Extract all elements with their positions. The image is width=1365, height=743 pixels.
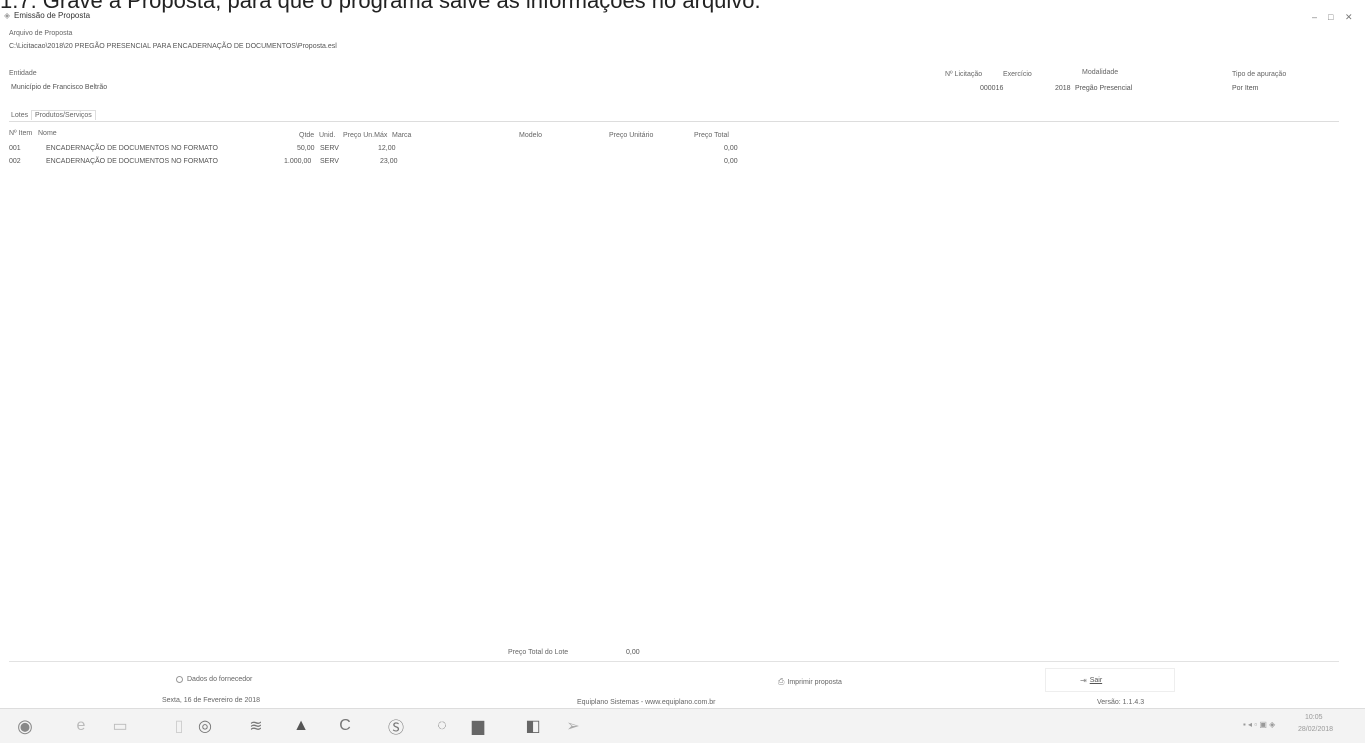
entidade-label: Entidade [9,70,37,77]
arquivo-label: Arquivo de Proposta [9,30,73,37]
maximize-button[interactable]: □ [1328,12,1333,22]
tab-divider [9,121,1339,122]
photos-icon[interactable]: ▆ [465,714,491,738]
total-lote-label: Preço Total do Lote [508,649,569,656]
pen-icon[interactable]: ➢ [560,714,586,738]
status-version: Versão: 1.1.4.3 [1097,699,1145,706]
exit-icon: ⇥ [1080,675,1087,685]
col-header-qtde: Qtde [299,132,315,139]
total-lote-value: 0,00 [626,649,640,656]
tipo-apuracao-value: Por Item [1232,85,1259,92]
edge-icon[interactable]: C [332,714,358,738]
close-button[interactable]: ✕ [1345,12,1353,23]
start-orb-icon[interactable]: ◉ [12,714,38,738]
tipo-apuracao-label: Tipo de apuração [1232,71,1287,78]
taskbar: ◉ e ▭ ▯ ◎ ≋ ▲ C Ⓢ ◌ ▆ ◧ ➢ ▪ ◂ ▫ ▣ ◈ 10:0… [0,708,1365,743]
status-credit: Equiplano Sistemas - www.equiplano.com.b… [577,699,716,706]
cell-preco-max: 12,00 [378,145,396,152]
imprimir-label: Imprimir proposta [787,678,842,686]
dados-fornecedor-label: Dados do fornecedor [187,676,253,683]
clock-date[interactable]: 28/02/2018 [1298,726,1333,733]
acrobat-icon[interactable]: ▲ [288,714,314,738]
app-icon: ◈ [4,11,11,20]
footer-divider [9,661,1339,662]
entidade-value: Município de Francisco Beltrão [11,84,108,91]
sair-button[interactable]: ⇥ Sair [1045,668,1175,692]
dados-fornecedor-option[interactable]: Dados do fornecedor [176,676,252,683]
radio-icon[interactable] [176,676,183,683]
exercicio-label: Exercício [1003,71,1032,78]
modalidade-label: Modalidade [1082,69,1119,76]
cell-item: 001 [9,145,21,152]
cell-item: 002 [9,158,21,165]
col-header-marca: Marca [392,132,412,139]
telegram-icon[interactable]: ◌ [429,714,455,738]
window-title: Emissão de Proposta [14,11,91,20]
folder-icon[interactable]: ▭ [107,714,133,738]
tab-lotes[interactable]: Lotes [11,112,28,119]
imprimir-proposta-button[interactable]: ⎙ Imprimir proposta [778,677,842,687]
chrome-icon[interactable]: ◎ [192,714,218,738]
word-icon[interactable]: ◧ [520,714,546,738]
cell-qtde: 1.000,00 [284,158,312,165]
ie-icon[interactable]: e [68,714,94,738]
modalidade-value: Pregão Presencial [1075,85,1133,92]
col-header-preco-unitario: Preço Unitário [609,132,654,139]
col-header-preco-max: Preço Un.Máx [343,132,388,139]
col-header-preco-total: Preço Total [694,132,729,139]
cell-nome: ENCADERNAÇÃO DE DOCUMENTOS NO FORMATO [46,158,218,165]
instruction-text: 1.7. Grave a Proposta, para que o progra… [0,0,761,13]
exercicio-value: 2018 [1055,85,1071,92]
cell-qtde: 50,00 [297,145,315,152]
cell-unid: SERV [320,145,339,152]
col-header-modelo: Modelo [519,132,542,139]
status-date: Sexta, 16 de Fevereiro de 2018 [162,697,261,704]
cell-nome: ENCADERNAÇÃO DE DOCUMENTOS NO FORMATO [46,145,218,152]
cell-preco-total: 0,00 [724,158,738,165]
col-header-unid: Unid. [319,132,336,139]
cell-preco-max: 23,00 [380,158,398,165]
cell-preco-total: 0,00 [724,145,738,152]
blank-icon[interactable]: ▯ [166,714,192,738]
tray-icons[interactable]: ▪ ◂ ▫ ▣ ◈ [1243,720,1275,729]
cell-unid: SERV [320,158,339,165]
tab-produtos-servicos[interactable]: Produtos/Serviços [31,110,96,120]
printer-icon: ⎙ [778,677,785,686]
col-header-nome: Nome [38,130,57,137]
sair-label: Sair [1089,676,1103,684]
col-header-item: Nº Item [9,130,33,137]
licitacao-label: Nº Licitação [945,71,983,78]
spotify-icon[interactable]: ≋ [243,714,269,738]
skype-icon[interactable]: Ⓢ [383,714,409,738]
arquivo-path-field[interactable]: C:\Licitacao\2018\20 PREGÃO PRESENCIAL P… [9,43,337,50]
minimize-button[interactable]: – [1312,12,1317,22]
licitacao-value: 000016 [980,85,1004,92]
clock-time[interactable]: 10:05 [1305,714,1323,721]
